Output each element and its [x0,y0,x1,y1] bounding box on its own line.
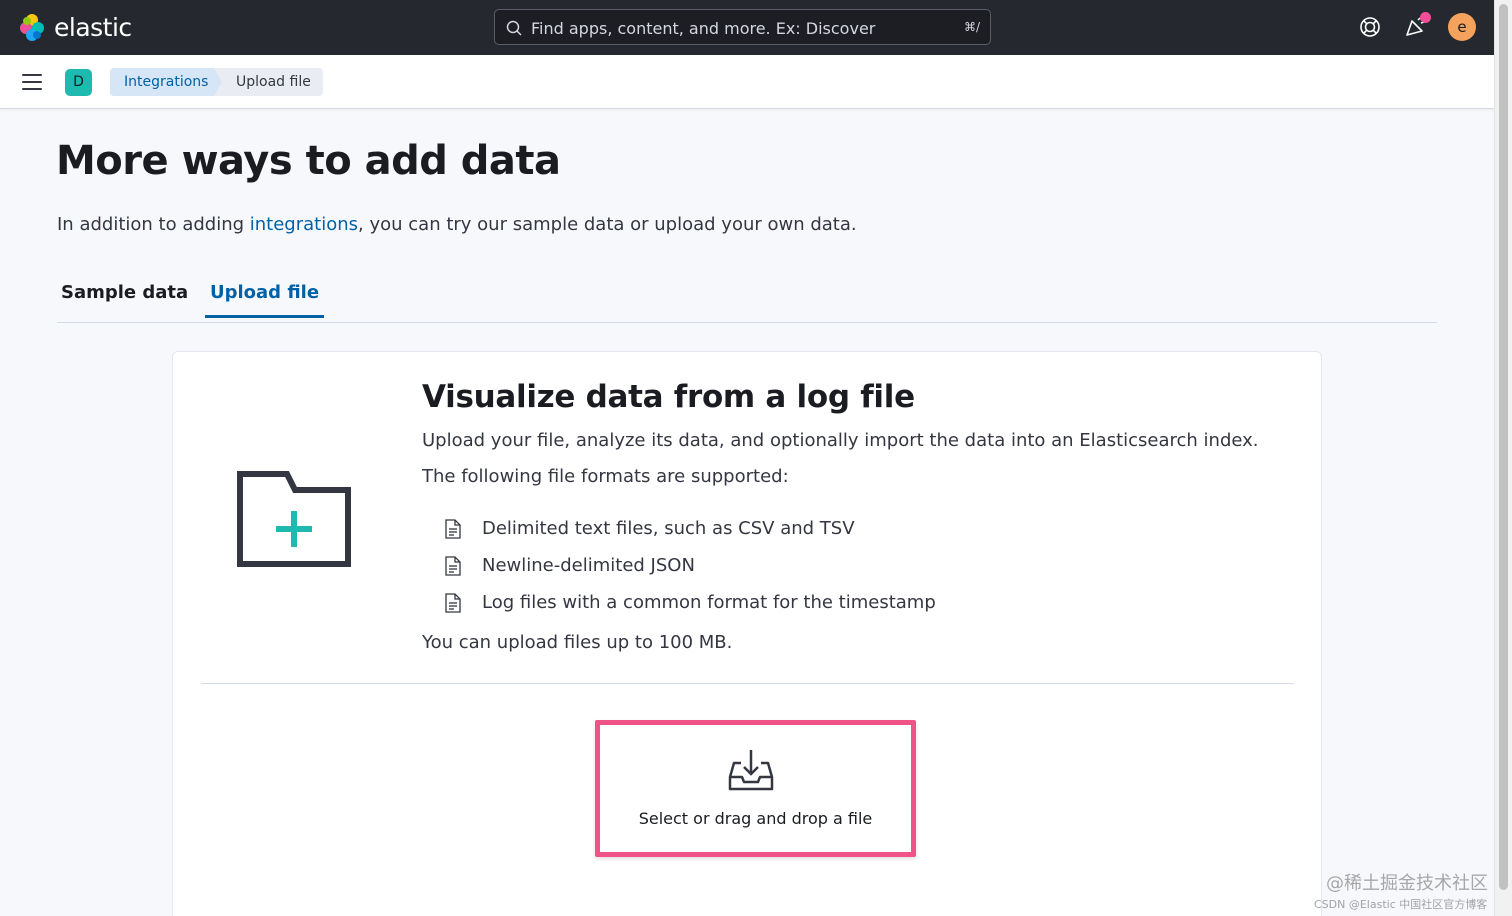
scrollbar-thumb[interactable] [1499,4,1508,890]
file-dropzone[interactable]: Select or drag and drop a file [595,720,916,857]
page-scrollbar[interactable] [1494,0,1512,916]
desc-prefix: In addition to adding [57,214,250,235]
space-avatar[interactable]: D [65,69,92,96]
upload-card: Visualize data from a log file Upload yo… [172,351,1322,916]
menu-toggle-button[interactable] [22,74,42,90]
page-description: In addition to adding integrations, you … [57,214,857,235]
hamburger-icon-line [22,88,42,90]
breadcrumb-upload-file: Upload file [214,68,323,96]
top-header: elastic ⌘/ e [0,0,1494,55]
tab-sample-data[interactable]: Sample data [61,282,188,315]
size-limit-note: You can upload files up to 100 MB. [422,632,733,653]
watermark-caption: CSDN @Elastic 中国社区官方博客 [1314,898,1488,911]
user-avatar[interactable]: e [1448,13,1476,41]
document-icon [445,555,461,576]
elastic-logo-icon [20,14,44,41]
page-title: More ways to add data [56,138,561,184]
elastic-logo[interactable]: elastic [18,12,132,42]
format-label: Newline-delimited JSON [482,555,695,576]
search-input[interactable] [531,16,951,40]
dropzone-label: Select or drag and drop a file [638,809,873,828]
format-label: Log files with a common format for the t… [482,592,936,613]
list-item: Newline-delimited JSON [444,547,936,584]
document-icon [445,518,461,539]
integrations-link[interactable]: integrations [250,214,358,235]
breadcrumb-integrations[interactable]: Integrations [110,68,226,96]
desc-suffix: , you can try our sample data or upload … [358,214,857,235]
global-search[interactable]: ⌘/ [494,9,991,45]
brand-name: elastic [54,12,132,42]
tab-bar: Sample data Upload file [57,270,1437,323]
breadcrumb-bar: D Integrations Upload file [0,55,1494,109]
list-item: Log files with a common format for the t… [444,584,936,621]
list-item: Delimited text files, such as CSV and TS… [444,510,936,547]
hamburger-icon-line [22,81,42,83]
watermark: @稀土掘金技术社区 [1326,873,1488,894]
card-intro: Upload your file, analyze its data, and … [422,430,1259,451]
document-icon [445,592,461,613]
tab-upload-file[interactable]: Upload file [205,282,325,318]
formats-heading: The following file formats are supported… [422,466,789,487]
search-icon [506,20,522,36]
notification-dot [1420,12,1431,23]
format-label: Delimited text files, such as CSV and TS… [482,518,855,539]
hamburger-icon-line [22,74,42,76]
folder-add-icon [237,471,351,567]
divider [201,683,1294,684]
search-shortcut: ⌘/ [963,20,980,34]
format-list: Delimited text files, such as CSV and TS… [444,510,936,621]
help-icon[interactable] [1358,15,1382,39]
import-icon [728,750,774,791]
card-title: Visualize data from a log file [422,379,915,415]
